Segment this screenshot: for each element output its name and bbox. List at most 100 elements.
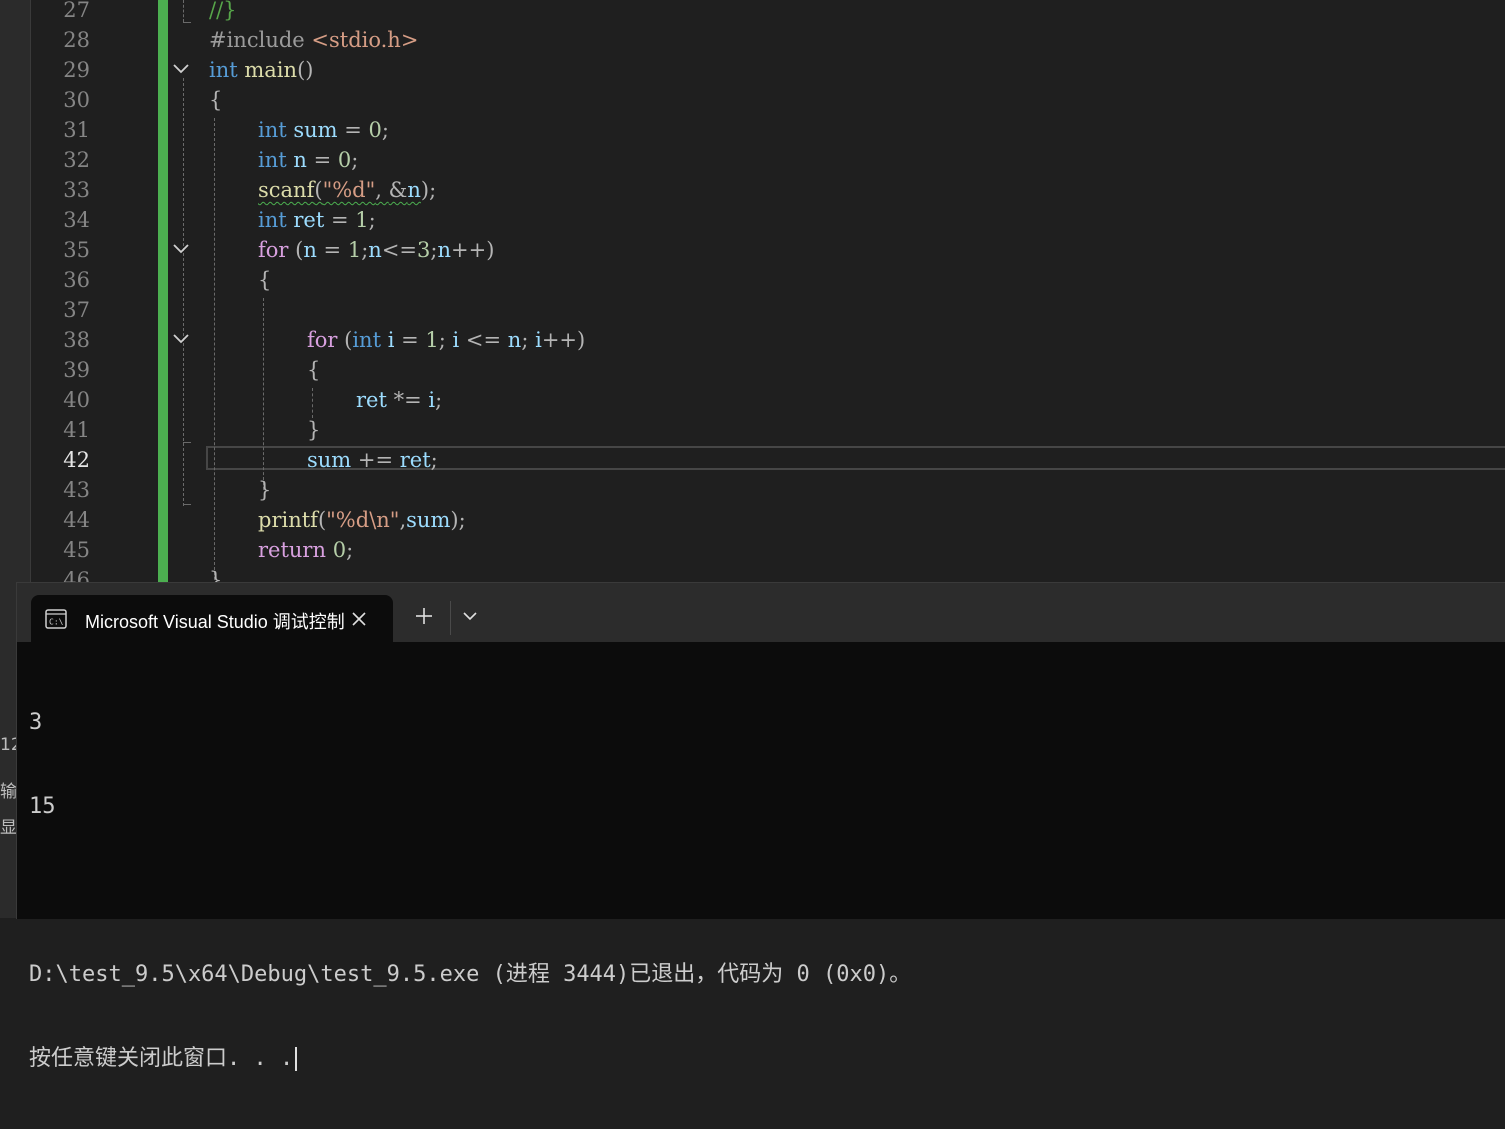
code-token: 1	[425, 328, 439, 352]
line-number: 27	[63, 0, 90, 22]
code-text: int n = 0;	[258, 145, 358, 175]
panel-fragment-3: 显	[0, 818, 16, 838]
code-token: scanf	[258, 178, 315, 202]
output-line: 3	[29, 710, 43, 735]
code-line[interactable]: 28 #include <stdio.h>	[0, 25, 1505, 55]
output-line-text: 按任意键关闭此窗口. . .	[29, 1046, 294, 1071]
code-token: n	[368, 238, 382, 262]
panel-fragment-1: 12	[0, 735, 16, 755]
code-text: {	[258, 265, 271, 295]
line-number: 40	[63, 388, 90, 412]
code-token: n	[407, 178, 421, 202]
code-token: 0	[368, 118, 382, 142]
code-line[interactable]: 45 return 0;	[0, 535, 1505, 565]
code-text: return 0;	[258, 535, 353, 565]
code-line[interactable]: 34 int ret = 1;	[0, 205, 1505, 235]
close-icon[interactable]	[349, 609, 369, 629]
code-token: sum	[406, 508, 451, 532]
code-token: }	[209, 568, 223, 582]
code-token: ;	[521, 328, 536, 352]
code-token: sum	[307, 448, 352, 472]
code-line[interactable]: 46}	[0, 565, 1505, 582]
code-token: int	[209, 58, 238, 82]
line-number: 42	[63, 448, 90, 472]
terminal-tab-title: Microsoft Visual Studio 调试控制台	[85, 612, 345, 632]
code-token: n	[293, 148, 307, 172]
fold-chevron-icon[interactable]	[172, 332, 190, 346]
code-token: 3	[417, 238, 431, 262]
code-token: for	[307, 328, 338, 352]
code-text: printf("%d\n",sum);	[258, 505, 466, 535]
terminal-tab-strip: C:\ Microsoft Visual Studio 调试控制台	[17, 583, 1505, 643]
code-token: int	[352, 328, 382, 352]
line-number: 36	[63, 268, 90, 292]
code-token: i	[535, 328, 542, 352]
code-line[interactable]: 39 {	[0, 355, 1505, 385]
debug-console-window[interactable]: C:\ Microsoft Visual Studio 调试控制台 3 15 D…	[16, 582, 1505, 1071]
code-token: =	[394, 328, 426, 352]
code-line[interactable]: 41}	[0, 415, 1505, 445]
code-text: int sum = 0;	[258, 115, 389, 145]
code-token: );	[420, 178, 437, 202]
code-line[interactable]: 44 printf("%d\n",sum);	[0, 505, 1505, 535]
code-line[interactable]: 32 int n = 0;	[0, 145, 1505, 175]
code-line[interactable]: 30 {	[0, 85, 1505, 115]
code-line[interactable]: 38 for (int i = 1; i <= n; i++)	[0, 325, 1505, 355]
code-text: int main()	[209, 55, 313, 85]
code-token: ++)	[451, 238, 495, 262]
line-number: 46	[63, 568, 90, 582]
code-token: n	[507, 328, 522, 352]
code-line[interactable]: 31 int sum = 0;	[0, 115, 1505, 145]
chevron-down-icon[interactable]	[461, 609, 479, 623]
console-icon: C:\	[45, 609, 67, 629]
code-token: {	[307, 358, 321, 382]
code-token: ;	[351, 148, 359, 172]
line-number: 38	[63, 328, 90, 352]
code-token: ()	[297, 58, 314, 82]
code-line[interactable]: 36 {	[0, 265, 1505, 295]
code-line[interactable]: 40 ret *= i;	[0, 385, 1505, 415]
code-line[interactable]: 33 scanf("%d", &n);	[0, 175, 1505, 205]
code-token: (	[288, 238, 304, 262]
console-output[interactable]: 3 15 D:\test_9.5\x64\Debug\test_9.5.exe …	[29, 653, 911, 1129]
code-token: return	[258, 538, 326, 562]
code-token: =	[316, 238, 348, 262]
fold-chevron-icon[interactable]	[172, 62, 190, 76]
code-line[interactable]: 37	[0, 295, 1505, 325]
code-token: 1	[347, 238, 362, 262]
line-number: 37	[63, 298, 90, 322]
code-token: int	[258, 148, 287, 172]
code-token: &	[388, 178, 408, 202]
code-token: (	[314, 178, 323, 202]
line-number: 39	[63, 358, 90, 382]
terminal-tab[interactable]: C:\ Microsoft Visual Studio 调试控制台	[31, 595, 393, 643]
line-number: 43	[63, 478, 90, 502]
code-token: ;	[430, 448, 438, 472]
code-line[interactable]: 43}	[0, 475, 1505, 505]
text-cursor	[295, 1047, 298, 1071]
output-line: D:\test_9.5\x64\Debug\test_9.5.exe (进程 3…	[29, 962, 912, 987]
output-prompt-line: 按任意键关闭此窗口. . .	[29, 1045, 911, 1073]
code-token: *=	[386, 388, 429, 412]
code-token: ,	[375, 178, 389, 202]
code-token: sum	[293, 118, 338, 142]
fold-chevron-icon[interactable]	[172, 242, 190, 256]
line-number: 45	[63, 538, 90, 562]
code-token: "%d\n"	[326, 508, 400, 532]
code-editor[interactable]: 27//} 28 #include <stdio.h> 29 int main() 30{…	[0, 0, 1505, 582]
code-line[interactable]: 42 sum += ret;	[0, 445, 1505, 475]
code-line[interactable]: 35 for (n = 1;n<=3;n++)	[0, 235, 1505, 265]
code-text: #include <stdio.h>	[209, 25, 418, 55]
output-line: 15	[29, 794, 56, 819]
code-token: {	[258, 268, 272, 292]
code-token: 1	[355, 208, 369, 232]
code-line[interactable]: 27 //}	[0, 0, 1505, 25]
code-token: ret	[356, 388, 387, 412]
line-number: 41	[63, 418, 90, 442]
code-token: for	[258, 238, 289, 262]
code-token: }	[258, 478, 272, 502]
code-line[interactable]: 29 int main()	[0, 55, 1505, 85]
plus-icon[interactable]	[413, 605, 435, 627]
